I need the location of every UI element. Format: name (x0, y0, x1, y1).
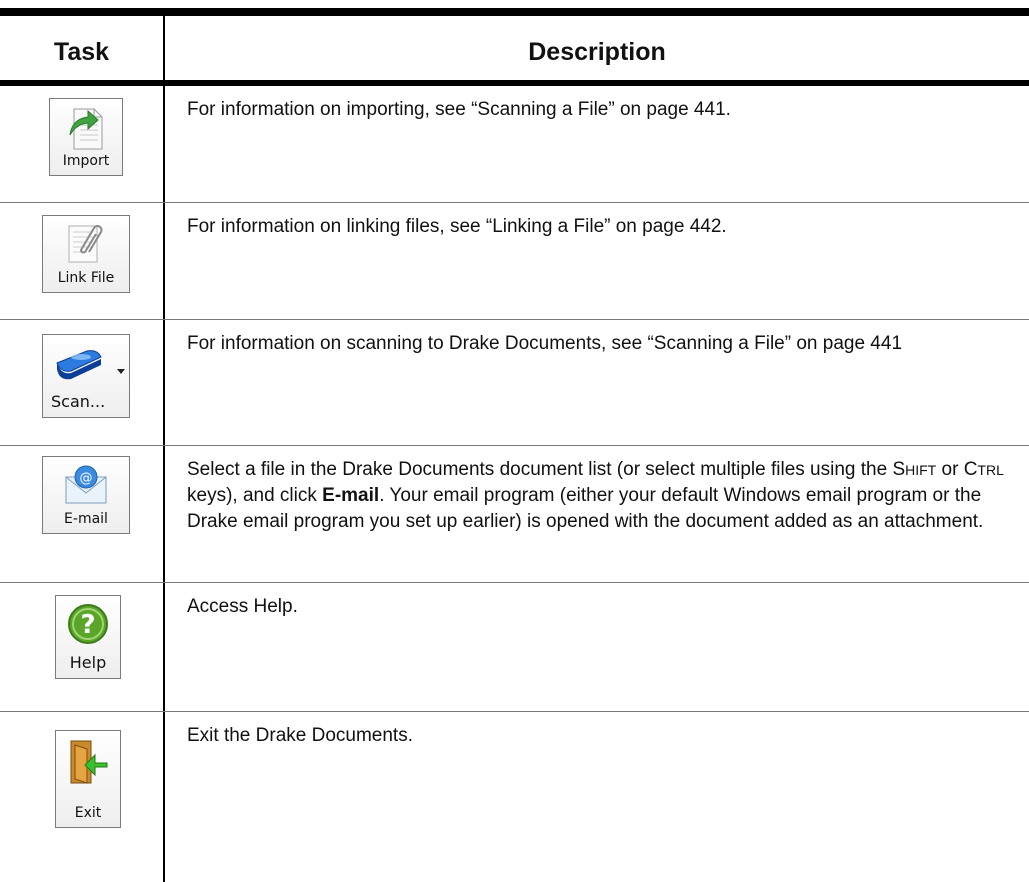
link-file-button-label: Link File (57, 270, 115, 286)
task-cell: @ E-mail (0, 446, 163, 582)
description-cell: Exit the Drake Documents. (187, 725, 413, 746)
description-cell: For information on importing, see “Scann… (187, 99, 731, 120)
email-button-label: E-mail (64, 511, 108, 527)
table-row: ? Help Access Help. (0, 583, 1029, 711)
email-button[interactable]: @ E-mail (42, 456, 130, 534)
column-header-task: Task (53, 38, 110, 66)
import-button[interactable]: Import (49, 98, 123, 176)
help-question-icon: ? (68, 604, 108, 644)
exit-button[interactable]: Exit (55, 730, 121, 828)
key-shift: S (892, 459, 906, 480)
task-cell: ? Help (0, 583, 163, 711)
table-row: Import For information on importing, see… (0, 86, 1029, 202)
key-ctrl: C (963, 459, 978, 480)
email-envelope-icon: @ (65, 465, 107, 504)
svg-text:?: ? (80, 610, 95, 640)
svg-text:@: @ (80, 471, 93, 486)
table-top-rule (0, 8, 1029, 16)
description-cell: Access Help. (187, 596, 298, 617)
help-button[interactable]: ? Help (55, 595, 121, 679)
paperclip-document-icon (68, 225, 103, 263)
import-icon (69, 108, 103, 150)
description-cell: For information on scanning to Drake Doc… (187, 333, 903, 354)
import-button-label: Import (62, 153, 110, 169)
table-row: @ E-mail Select a file in the Drake Docu… (0, 446, 1029, 582)
task-cell: Exit (0, 712, 163, 882)
dropdown-arrow-icon[interactable] (117, 369, 125, 374)
description-cell: For information on linking files, see “L… (187, 216, 727, 237)
help-button-label: Help (69, 653, 107, 672)
exit-button-label: Exit (74, 805, 102, 821)
description-text: Select a file in the Drake Documents doc… (187, 459, 893, 480)
table-row: Exit Exit the Drake Documents. (0, 712, 1029, 882)
task-cell: Link File (0, 203, 163, 319)
table-row: Link File For information on linking fil… (0, 203, 1029, 319)
email-bold-label: E-mail (322, 485, 380, 506)
description-text: or (936, 459, 964, 480)
key-ctrl-rest: TRL (977, 462, 1004, 478)
scanner-icon (56, 350, 102, 380)
description-cell: Select a file in the Drake Documents doc… (187, 457, 1007, 535)
scan-button-label: Scan... (51, 392, 106, 411)
table-row: Scan... For information on scanning to D… (0, 320, 1029, 445)
link-file-button[interactable]: Link File (42, 215, 130, 293)
scan-button[interactable]: Scan... (42, 334, 130, 418)
key-shift-rest: HIFT (905, 462, 937, 478)
task-cell: Scan... (0, 320, 163, 445)
exit-door-icon (70, 740, 108, 784)
column-header-description: Description (528, 38, 666, 66)
task-cell: Import (0, 86, 163, 202)
description-text: keys), and click (187, 485, 323, 506)
